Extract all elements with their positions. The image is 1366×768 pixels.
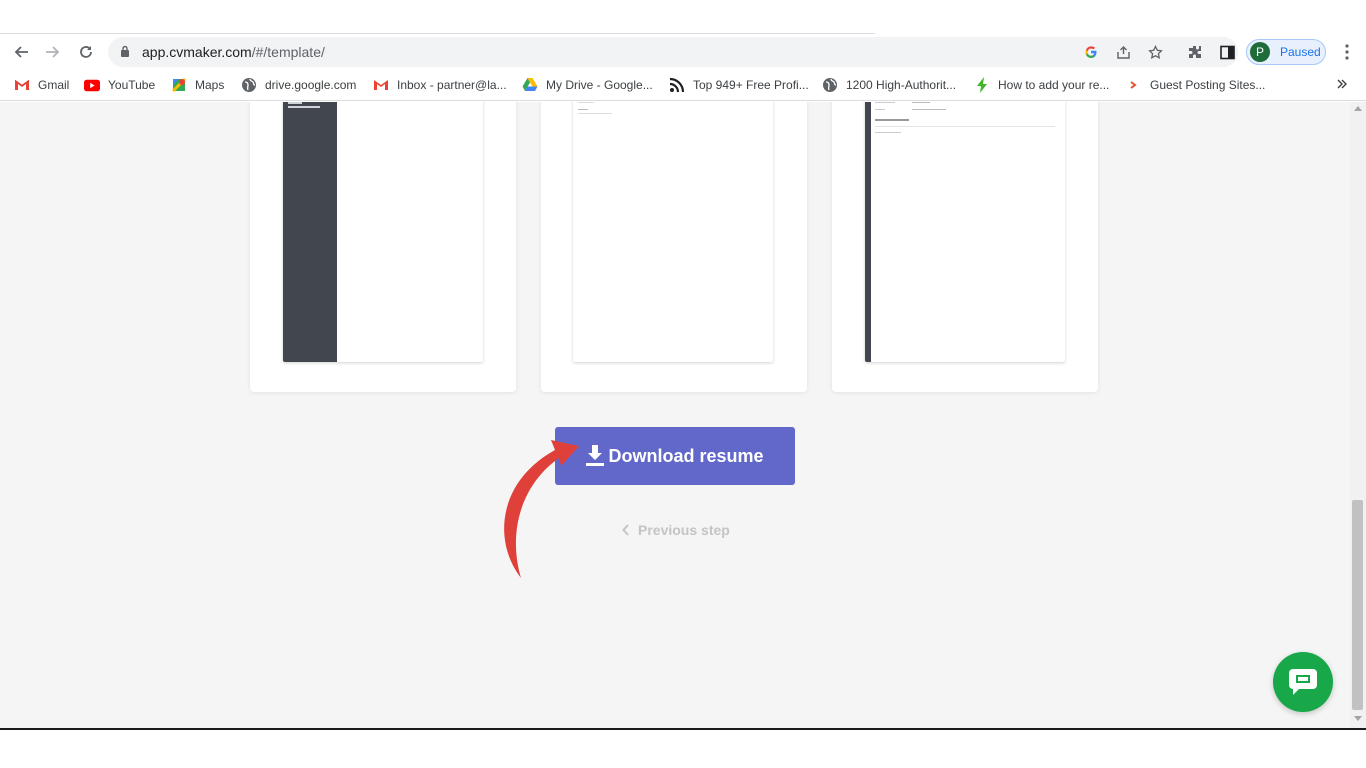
bookmark-star-icon[interactable]: [1146, 43, 1164, 61]
bookmarks-bar: Gmail YouTube Maps drive.google.com Inbo…: [0, 69, 1366, 101]
bookmark-inbox[interactable]: Inbox - partner@la...: [373, 76, 507, 94]
url-text: app.cvmaker.com/#/template/: [142, 44, 325, 60]
chat-bubble-icon: [1289, 669, 1317, 695]
share-icon[interactable]: [1114, 43, 1132, 61]
bookmark-drive-google[interactable]: drive.google.com: [241, 76, 356, 94]
bookmark-top-949[interactable]: Top 949+ Free Profi...: [669, 76, 809, 94]
page-content: Download resume Previous step: [0, 102, 1350, 728]
globe-icon: [822, 77, 838, 93]
chevron-left-icon: [622, 524, 630, 536]
reload-icon: [80, 46, 92, 58]
scrollbar-thumb[interactable]: [1352, 500, 1363, 710]
bookmarks-overflow-button[interactable]: [1336, 76, 1348, 94]
bolt-icon: [974, 77, 990, 93]
feed-icon: [669, 77, 685, 93]
download-resume-label: Download resume: [608, 445, 764, 466]
profile-button[interactable]: P Paused: [1246, 39, 1326, 65]
address-bar[interactable]: app.cvmaker.com/#/template/: [108, 37, 1238, 67]
kebab-menu-icon[interactable]: [1338, 43, 1356, 61]
gmail-icon: [373, 77, 389, 93]
bookmark-1200-high[interactable]: 1200 High-Authorit...: [822, 76, 956, 94]
arrow-site-icon: [1126, 77, 1142, 93]
back-arrow-icon: [14, 46, 28, 58]
template-preview: [865, 102, 1065, 362]
reload-button[interactable]: [73, 39, 99, 65]
gmail-icon: [14, 77, 30, 93]
previous-step-link[interactable]: Previous step: [622, 520, 730, 540]
template-preview: [283, 102, 483, 362]
back-button[interactable]: [8, 39, 34, 65]
maps-icon: [171, 77, 187, 93]
bookmark-guest-posting[interactable]: Guest Posting Sites...: [1126, 76, 1265, 94]
profile-status: Paused: [1280, 45, 1321, 59]
side-panel-icon[interactable]: [1218, 43, 1236, 61]
template-sidebar: [283, 102, 337, 362]
page-scrollbar[interactable]: [1350, 102, 1366, 728]
bottom-area: [0, 730, 1366, 768]
scroll-down-arrow-icon[interactable]: [1354, 716, 1362, 721]
scroll-up-arrow-icon[interactable]: [1354, 106, 1362, 111]
chat-widget-button[interactable]: [1273, 652, 1333, 712]
tab-strip: [0, 0, 1366, 35]
bookmark-how-to-add[interactable]: How to add your re...: [974, 76, 1109, 94]
avatar: P: [1250, 42, 1270, 62]
drive-icon: [522, 77, 538, 93]
bookmark-youtube[interactable]: YouTube: [84, 76, 155, 94]
bookmark-my-drive[interactable]: My Drive - Google...: [522, 76, 653, 94]
forward-button[interactable]: [40, 39, 66, 65]
globe-icon: [241, 77, 257, 93]
bookmark-maps[interactable]: Maps: [171, 76, 224, 94]
template-card[interactable]: [541, 102, 807, 392]
lock-icon: [120, 45, 130, 63]
bookmark-gmail[interactable]: Gmail: [14, 76, 69, 94]
previous-step-label: Previous step: [638, 522, 730, 538]
browser-toolbar: app.cvmaker.com/#/template/ P Paused: [0, 35, 1366, 69]
red-arrow-annotation-icon: [504, 440, 579, 578]
template-card[interactable]: [832, 102, 1098, 392]
template-card[interactable]: [250, 102, 516, 392]
google-icon[interactable]: [1082, 43, 1100, 61]
youtube-icon: [84, 77, 100, 93]
extensions-icon[interactable]: [1186, 43, 1204, 61]
double-chevron-icon: [1336, 78, 1348, 93]
template-preview: [573, 102, 773, 362]
template-sidebar: [865, 102, 871, 362]
forward-arrow-icon: [46, 46, 60, 58]
